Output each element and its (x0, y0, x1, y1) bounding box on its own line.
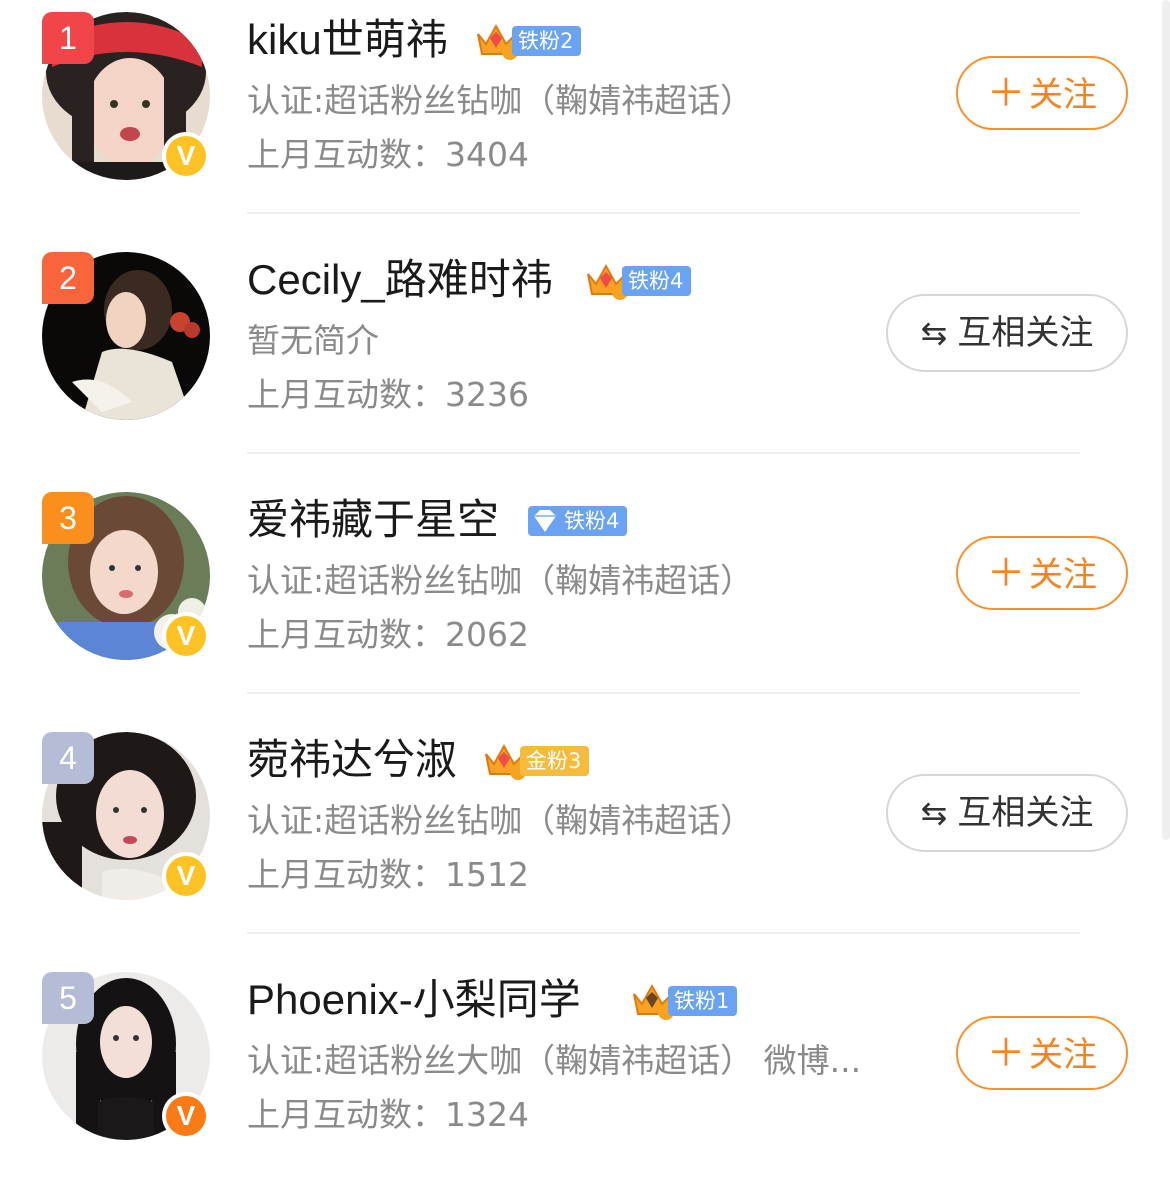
follow-button[interactable]: ＋关注 (956, 536, 1128, 610)
verified-icon: V (162, 852, 210, 900)
list-item[interactable]: 3 V 爱祎藏于星空 铁粉4 认证:超话粉丝钻咖（鞠婧祎超话） 上月互动数：20… (0, 480, 1160, 720)
user-name[interactable]: 菀祎达兮淑 (247, 732, 457, 788)
scrollbar[interactable] (1162, 0, 1170, 840)
interaction-count: 上月互动数：1512 (247, 855, 529, 894)
plus-icon: ＋ (986, 1031, 1025, 1075)
verified-icon: V (162, 132, 210, 180)
interaction-count: 上月互动数：3404 (247, 135, 529, 174)
list-item[interactable]: 1 V kiku世萌祎 铁粉2 认证:超话粉丝钻咖（鞠婧祎超话） 上月互动数：3… (0, 0, 1160, 240)
list-item[interactable]: 2 Cecily_路难时祎 铁粉4 暂无简介 上月互动数：3236 ⇆ 互相关注 (0, 240, 1160, 480)
user-description: 认证:超话粉丝钻咖（鞠婧祎超话） (247, 81, 754, 120)
user-description: 认证:超话粉丝钻咖（鞠婧祎超话） (247, 561, 754, 600)
rank-badge: 1 (42, 12, 94, 64)
verified-icon: V (162, 612, 210, 660)
follow-button[interactable]: ＋关注 (956, 56, 1128, 130)
divider (247, 692, 1080, 694)
rank-badge: 4 (42, 732, 94, 784)
rank-badge: 3 (42, 492, 94, 544)
user-name[interactable]: 爱祎藏于星空 (247, 492, 499, 548)
rank-badge: 5 (42, 972, 94, 1024)
list-item[interactable]: 4 V 菀祎达兮淑 金粉3 认证:超话粉丝钻咖（鞠婧祎超话） 上月互动数：151… (0, 720, 1160, 960)
diamond-icon (534, 510, 556, 532)
follow-button[interactable]: ＋关注 (956, 1016, 1128, 1090)
user-name[interactable]: Phoenix-小梨同学 (247, 972, 581, 1028)
swap-arrows-icon: ⇆ (920, 794, 948, 832)
user-name[interactable]: Cecily_路难时祎 (247, 252, 553, 308)
plus-icon: ＋ (986, 551, 1025, 595)
user-name[interactable]: kiku世萌祎 (247, 12, 448, 68)
divider (247, 452, 1080, 454)
mutual-follow-button[interactable]: ⇆ 互相关注 (886, 294, 1128, 372)
divider (247, 932, 1080, 934)
verified-icon: V (162, 1092, 210, 1140)
plus-icon: ＋ (986, 71, 1025, 115)
user-description: 认证:超话粉丝大咖（鞠婧祎超话） 微博... (247, 1041, 862, 1080)
swap-arrows-icon: ⇆ (920, 314, 948, 352)
divider (247, 212, 1080, 214)
list-item[interactable]: 5 V Phoenix-小梨同学 铁粉1 认证:超话粉丝大咖（鞠婧祎超话） 微博… (0, 960, 1160, 1200)
rank-badge: 2 (42, 252, 94, 304)
user-description: 认证:超话粉丝钻咖（鞠婧祎超话） (247, 801, 754, 840)
interaction-count: 上月互动数：1324 (247, 1095, 529, 1134)
user-description: 暂无简介 (247, 321, 379, 360)
mutual-follow-button[interactable]: ⇆ 互相关注 (886, 774, 1128, 852)
interaction-count: 上月互动数：3236 (247, 375, 529, 414)
interaction-count: 上月互动数：2062 (247, 615, 529, 654)
